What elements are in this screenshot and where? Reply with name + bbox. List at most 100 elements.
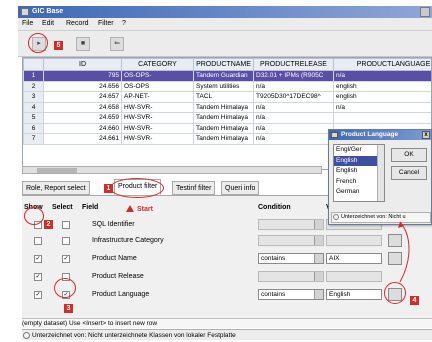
condition-select[interactable] <box>258 235 324 246</box>
cell-productrelease[interactable]: n/a <box>253 112 334 124</box>
cell-productname[interactable]: TACL <box>193 91 254 103</box>
cell-category[interactable]: HW-SVR- <box>121 122 194 134</box>
language-list[interactable]: Engl/Ger English English French German <box>333 144 385 202</box>
cell-productname[interactable]: Tandem Himalaya <box>193 122 254 134</box>
cell-productname[interactable]: Tandem Himalaya <box>193 101 254 113</box>
menu-filter[interactable]: Filter <box>98 20 114 27</box>
value-picker-button[interactable] <box>388 252 402 265</box>
chevron-down-icon <box>314 254 323 263</box>
cell-productname[interactable]: Tandem Himalaya <box>193 112 254 124</box>
value-field[interactable]: AIX <box>326 253 382 264</box>
scrollbar-thumb[interactable] <box>37 168 77 173</box>
cell-productrelease[interactable]: n/a <box>253 80 334 92</box>
cell-category[interactable]: AP-NET- <box>121 91 194 103</box>
dialog-status: Unterzeichnet von: Nicht u <box>331 212 431 223</box>
table-row[interactable]: 1 795 OS-OPS- Tandem Guardian D32.01 + I… <box>23 70 431 82</box>
menu-record[interactable]: Record <box>66 20 89 27</box>
cell-productrelease[interactable]: n/a <box>253 122 334 134</box>
toolbar-button[interactable]: ■ <box>76 37 90 51</box>
menu-edit[interactable]: Edit <box>42 20 54 27</box>
toolbar: ▸ ■ ⇐ <box>18 31 432 57</box>
cell-productrelease[interactable]: n/a <box>253 133 334 145</box>
select-checkbox[interactable]: ✓ <box>62 255 70 263</box>
cell-productrelease[interactable]: T9205D30^17DEC98^ <box>253 91 334 103</box>
show-checkbox[interactable] <box>34 237 42 245</box>
back-button[interactable]: ⇐ <box>110 37 124 51</box>
table-header-row: ID CATEGORY PRODUCTNAME PRODUCTRELEASE P… <box>23 58 431 71</box>
cell-productlanguage[interactable]: n/a <box>333 70 431 82</box>
table-row[interactable]: 2 24.656 OS-OPS System utilities n/a eng… <box>23 80 431 92</box>
cell-productlanguage[interactable]: english <box>333 80 431 92</box>
cell-id[interactable]: 24.656 <box>43 80 122 92</box>
value-field[interactable] <box>326 271 382 282</box>
show-checkbox[interactable]: ✓ <box>34 291 42 299</box>
annotation-circle <box>28 33 48 53</box>
condition-select[interactable]: contains <box>258 253 324 264</box>
cell-id[interactable]: 24.659 <box>43 112 122 124</box>
tab-role-report-select[interactable]: Role, Report select <box>22 181 90 195</box>
menu-file[interactable]: File <box>22 20 33 27</box>
column-header-id[interactable]: ID <box>43 58 122 71</box>
row-number: 5 <box>23 112 44 124</box>
cell-category[interactable]: OS-OPS <box>121 80 194 92</box>
annotation-badge: 2 <box>44 220 53 229</box>
cell-id[interactable]: 24.657 <box>43 91 122 103</box>
column-header-category[interactable]: CATEGORY <box>121 58 194 71</box>
value-field[interactable]: English <box>326 289 382 300</box>
cell-productlanguage[interactable]: n/a <box>333 101 431 113</box>
tab-testinf-filter[interactable]: Testinf filter <box>172 181 216 195</box>
column-header-productname[interactable]: PRODUCTNAME <box>193 58 254 71</box>
cell-id[interactable]: 24.658 <box>43 101 122 113</box>
row-number: 1 <box>23 70 44 82</box>
show-checkbox[interactable]: ✓ <box>34 273 42 281</box>
chevron-down-icon <box>314 290 323 299</box>
ok-button[interactable]: OK <box>391 148 427 162</box>
cell-id[interactable]: 24.660 <box>43 122 122 134</box>
cell-productrelease[interactable]: n/a <box>253 101 334 113</box>
field-label: SQL Identifier <box>92 221 135 228</box>
table-row[interactable]: 3 24.657 AP-NET- TACL T9205D30^17DEC98^ … <box>23 91 431 103</box>
start-annotation: Start <box>126 205 153 213</box>
cell-category[interactable]: HW-SVR- <box>121 133 194 145</box>
cell-productrelease[interactable]: D32.01 + IPMs (R905C <box>253 70 334 82</box>
select-checkbox[interactable] <box>62 221 70 229</box>
menu-bar: File Edit Record Filter ? <box>18 18 432 31</box>
cell-productname[interactable]: System utilities <box>193 80 254 92</box>
select-column-header: Select <box>52 204 73 211</box>
cell-id[interactable]: 795 <box>43 70 122 82</box>
table-horizontal-scrollbar[interactable] <box>22 166 322 174</box>
column-header-productrelease[interactable]: PRODUCTRELEASE <box>253 58 334 71</box>
cell-productname[interactable]: Tandem Guardian <box>193 70 254 82</box>
cell-category[interactable]: HW-SVR- <box>121 112 194 124</box>
condition-select[interactable] <box>258 219 324 230</box>
condition-select[interactable] <box>258 271 324 282</box>
window-control-button[interactable] <box>420 7 430 17</box>
value-picker-button[interactable] <box>388 234 402 247</box>
dialog-status-text: Unterzeichnet von: Nicht u <box>341 214 406 220</box>
condition-select[interactable]: contains <box>258 289 324 300</box>
list-vertical-scrollbar[interactable] <box>377 145 384 201</box>
cell-category[interactable]: OS-OPS- <box>121 70 194 82</box>
chevron-down-icon <box>314 236 323 245</box>
show-checkbox[interactable]: ✓ <box>34 255 42 263</box>
annotation-circle <box>24 207 44 225</box>
column-header-productlanguage[interactable]: PRODUCTLANGUAGE <box>333 58 431 71</box>
filter-row-infrastructure-category: Infrastructure Category <box>22 234 432 248</box>
status-bar-text: Unterzeichnet von: Nicht unterzeichnete … <box>32 332 236 339</box>
value-field[interactable] <box>326 235 382 246</box>
cell-productlanguage[interactable] <box>333 112 431 124</box>
annotation-badge: 5 <box>54 41 63 50</box>
close-icon[interactable]: x <box>422 131 430 139</box>
cell-id[interactable]: 24.661 <box>43 133 122 145</box>
tab-queri-info[interactable]: Queri info <box>221 181 260 195</box>
cell-category[interactable]: HW-SVR- <box>121 101 194 113</box>
dialog-icon <box>331 132 338 138</box>
select-checkbox[interactable] <box>62 237 70 245</box>
menu-help[interactable]: ? <box>122 20 126 27</box>
cell-productlanguage[interactable]: english <box>333 91 431 103</box>
table-row[interactable]: 4 24.658 HW-SVR- Tandem Himalaya n/a n/a <box>23 101 431 113</box>
cancel-button[interactable]: Cancel <box>391 166 427 180</box>
table-row[interactable]: 5 24.659 HW-SVR- Tandem Himalaya n/a <box>23 112 431 124</box>
field-label: Product Name <box>92 255 137 262</box>
cell-productname[interactable]: Tandem Himalaya <box>193 133 254 145</box>
